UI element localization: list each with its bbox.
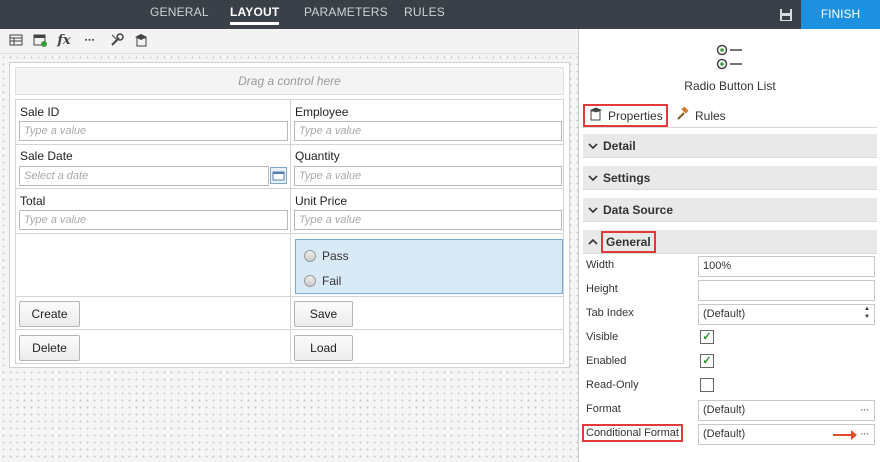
section-title: Settings <box>603 171 651 185</box>
design-canvas: Drag a control here Sale ID Type a value… <box>0 54 578 462</box>
delete-button[interactable]: Delete <box>19 335 80 361</box>
format-label: Format <box>586 403 621 415</box>
tab-rules[interactable]: RULES <box>404 0 445 29</box>
section-title-general: General <box>601 231 656 253</box>
load-button[interactable]: Load <box>294 335 353 361</box>
row-divider <box>16 233 563 234</box>
save-button[interactable]: Save <box>294 301 353 327</box>
read-only-checkbox[interactable] <box>700 378 714 392</box>
unit-price-label: Unit Price <box>295 194 348 208</box>
format-value: (Default) <box>703 404 746 416</box>
employee-label: Employee <box>295 105 349 119</box>
section-title: Detail <box>603 139 636 153</box>
conditional-format-label: Conditional Format <box>582 424 683 442</box>
radio-option-pass[interactable]: Pass <box>304 248 349 264</box>
enabled-checkbox[interactable]: ✓ <box>700 354 714 368</box>
employee-input[interactable]: Type a value <box>294 121 562 141</box>
width-label: Width <box>586 259 615 271</box>
ellipsis-icon[interactable]: ··· <box>860 401 869 420</box>
tab-properties[interactable]: Properties <box>583 104 668 127</box>
radio-circle-icon <box>304 275 316 287</box>
tab-properties-label: Properties <box>608 108 663 123</box>
read-only-label: Read-Only <box>586 379 639 391</box>
top-bar: GENERAL LAYOUT PARAMETERS RULES FINISH <box>0 0 880 29</box>
section-data-source[interactable]: Data Source <box>583 198 877 222</box>
height-label: Height <box>586 283 618 295</box>
quantity-input[interactable]: Type a value <box>294 166 562 186</box>
section-detail[interactable]: Detail <box>583 134 877 158</box>
spin-up-icon[interactable]: ▲ <box>864 306 870 313</box>
row-divider <box>16 144 563 145</box>
form-container: Drag a control here Sale ID Type a value… <box>9 62 570 368</box>
tab-divider <box>583 127 877 128</box>
height-input[interactable] <box>698 280 875 301</box>
gavel-icon <box>676 106 690 124</box>
row-divider <box>16 296 563 297</box>
layout-toolbar: fx ▪▪▪ <box>0 29 578 54</box>
sale-date-input[interactable]: Select a date <box>19 166 269 186</box>
sale-id-label: Sale ID <box>20 105 60 119</box>
section-general[interactable]: General <box>583 230 877 254</box>
sale-date-label: Sale Date <box>20 149 73 163</box>
chevron-down-icon <box>588 198 598 232</box>
tab-rules-label: Rules <box>695 108 726 123</box>
tab-general[interactable]: GENERAL <box>150 0 209 29</box>
properties-icon <box>589 107 603 124</box>
add-view-icon[interactable] <box>32 33 48 49</box>
table-icon[interactable] <box>8 33 24 49</box>
form-table: Sale ID Type a value Employee Type a val… <box>15 99 564 364</box>
save-icon[interactable] <box>770 0 801 29</box>
spin-down-icon[interactable]: ▼ <box>864 314 870 321</box>
radio-circle-icon <box>304 250 316 262</box>
width-input[interactable]: 100% <box>698 256 875 277</box>
chevron-down-icon <box>588 134 598 168</box>
expression-icon[interactable]: fx <box>56 33 72 49</box>
tab-layout[interactable]: LAYOUT <box>230 0 280 29</box>
pointer-arrow-icon <box>833 430 857 440</box>
tab-index-stepper[interactable]: (Default) ▲ ▼ <box>698 304 875 325</box>
section-title: Data Source <box>603 203 674 217</box>
radio-label: Pass <box>322 249 349 263</box>
format-field[interactable]: (Default) ··· <box>698 400 875 421</box>
ellipsis-icon[interactable]: ··· <box>860 425 869 444</box>
more-icon[interactable]: ▪▪▪ <box>82 33 98 49</box>
control-type-title: Radio Button List <box>684 79 776 93</box>
finish-button[interactable]: FINISH <box>801 0 880 29</box>
column-divider <box>290 100 291 363</box>
section-settings[interactable]: Settings <box>583 166 877 190</box>
calendar-icon[interactable] <box>270 167 287 184</box>
tools-icon[interactable] <box>109 33 125 49</box>
create-button[interactable]: Create <box>19 301 80 327</box>
tab-parameters[interactable]: PARAMETERS <box>304 0 388 29</box>
radio-label: Fail <box>322 274 342 288</box>
tab-index-value: (Default) <box>703 308 746 320</box>
visible-label: Visible <box>586 331 619 343</box>
total-label: Total <box>20 194 46 208</box>
visible-checkbox[interactable]: ✓ <box>700 330 714 344</box>
radio-list-icon <box>716 42 744 75</box>
tab-rules-panel[interactable]: Rules <box>672 104 730 127</box>
radio-option-fail[interactable]: Fail <box>304 273 341 289</box>
chevron-down-icon <box>588 166 598 200</box>
class-icon[interactable] <box>133 33 149 49</box>
enabled-label: Enabled <box>586 355 627 367</box>
quantity-label: Quantity <box>295 149 340 163</box>
properties-panel: Radio Button List Properties Rules Detai… <box>578 29 880 462</box>
sale-id-input[interactable]: Type a value <box>19 121 288 141</box>
radio-button-list[interactable]: Pass Fail <box>295 239 563 294</box>
conditional-format-value: (Default) <box>703 428 746 440</box>
row-divider <box>16 329 563 330</box>
drop-zone[interactable]: Drag a control here <box>15 67 564 95</box>
unit-price-input[interactable]: Type a value <box>294 210 562 230</box>
tab-index-label: Tab Index <box>586 307 634 319</box>
row-divider <box>16 188 563 189</box>
conditional-format-field[interactable]: (Default) ··· <box>698 424 875 445</box>
total-input[interactable]: Type a value <box>19 210 288 230</box>
